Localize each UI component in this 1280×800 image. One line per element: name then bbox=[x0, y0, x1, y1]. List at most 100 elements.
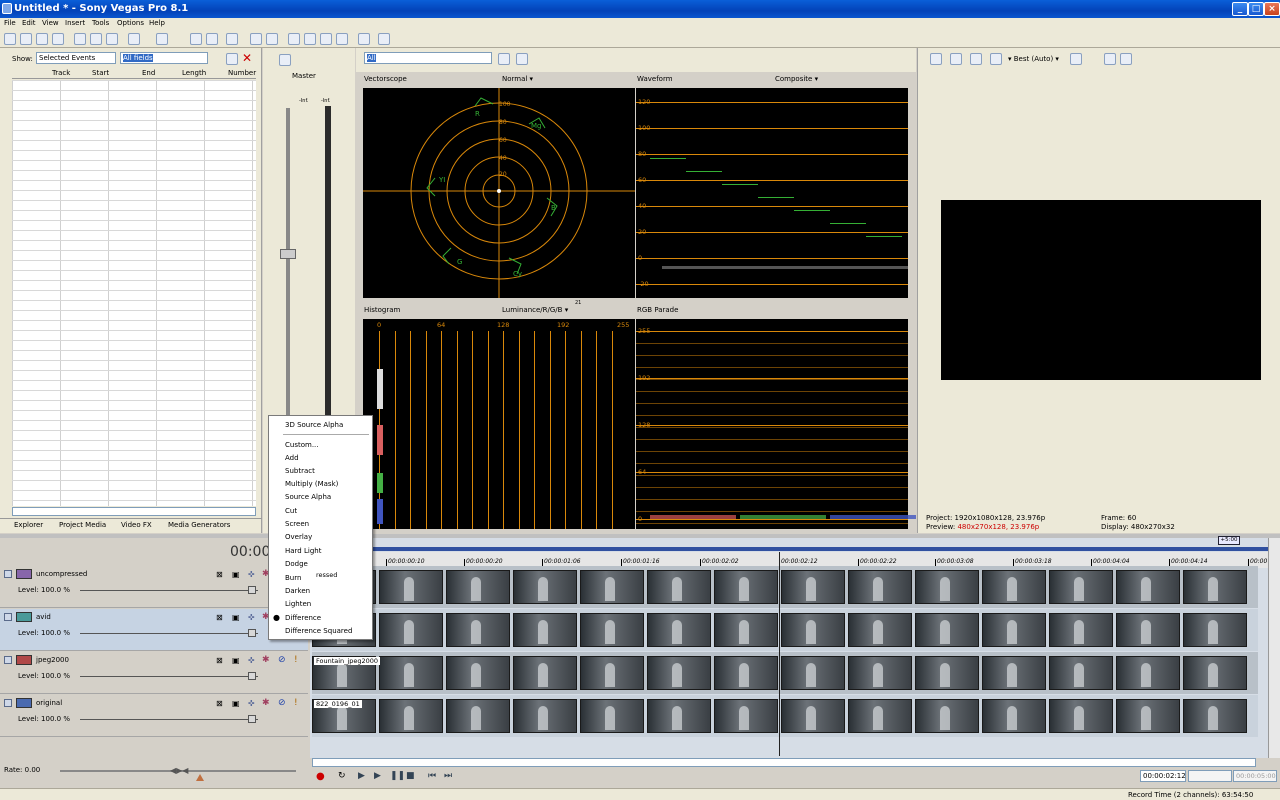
tab-video-fx[interactable]: Video FX bbox=[121, 521, 152, 529]
menu-item-3d-source-alpha[interactable]: 3D Source Alpha bbox=[285, 421, 343, 429]
menu-insert[interactable]: Insert bbox=[65, 19, 85, 27]
col-track[interactable]: Track bbox=[52, 69, 70, 77]
mixer-insert-icon[interactable] bbox=[279, 54, 291, 66]
tab-project-media[interactable]: Project Media bbox=[59, 521, 106, 529]
menu-item-lighten[interactable]: Lighten bbox=[285, 600, 311, 608]
track-level-slider[interactable] bbox=[80, 590, 258, 591]
menu-item-add[interactable]: Add bbox=[285, 454, 299, 462]
properties-icon[interactable] bbox=[52, 33, 64, 45]
track-motion-icon[interactable]: ▣ bbox=[232, 699, 240, 708]
loop-icon[interactable]: ↻ bbox=[338, 771, 346, 781]
menu-help[interactable]: Help bbox=[149, 19, 165, 27]
pan-crop-icon[interactable]: ⊠ bbox=[216, 699, 223, 708]
solo-icon[interactable]: ! bbox=[294, 698, 298, 708]
snap-icon[interactable] bbox=[288, 33, 300, 45]
maximize-button[interactable]: □ bbox=[1248, 2, 1264, 16]
solo-icon[interactable]: ! bbox=[294, 655, 298, 665]
scope-settings-icon[interactable] bbox=[498, 53, 510, 65]
pan-crop-icon[interactable]: ⊠ bbox=[216, 570, 223, 579]
track-collapse-icon[interactable] bbox=[4, 699, 12, 707]
envelope-tool-icon[interactable] bbox=[266, 33, 278, 45]
copy-snapshot-icon[interactable] bbox=[1104, 53, 1116, 65]
menu-item-multiply-mask[interactable]: Multiply (Mask) bbox=[285, 480, 338, 488]
track-lane-original[interactable]: 822_0196_01 bbox=[312, 695, 1258, 737]
stop-icon[interactable]: ■ bbox=[406, 771, 415, 781]
track-level-knob[interactable] bbox=[248, 715, 256, 723]
redo-icon[interactable] bbox=[156, 33, 168, 45]
track-motion-icon[interactable]: ▣ bbox=[232, 656, 240, 665]
tools-icon[interactable] bbox=[226, 33, 238, 45]
auto-crossfade-icon[interactable] bbox=[304, 33, 316, 45]
minimize-button[interactable]: _ bbox=[1232, 2, 1248, 16]
cursor-time-field[interactable]: 00:00:02:12 bbox=[1140, 770, 1186, 782]
menu-item-burn[interactable]: Burn bbox=[285, 574, 301, 582]
master-fader-knob[interactable] bbox=[280, 249, 296, 259]
track-name[interactable]: original bbox=[36, 699, 62, 707]
col-end[interactable]: End bbox=[142, 69, 155, 77]
play-icon[interactable]: ▶ bbox=[374, 771, 381, 781]
track-name[interactable]: uncompressed bbox=[36, 570, 87, 578]
close-button[interactable]: × bbox=[1264, 2, 1280, 16]
track-header-original[interactable]: original Level: 100.0 % ⊠ ▣ ✜ ✱ ⊘ ! bbox=[0, 695, 308, 737]
save-icon[interactable] bbox=[36, 33, 48, 45]
tab-explorer[interactable]: Explorer bbox=[14, 521, 43, 529]
track-level-knob[interactable] bbox=[248, 672, 256, 680]
menu-view[interactable]: View bbox=[42, 19, 59, 27]
menu-item-custom[interactable]: Custom... bbox=[285, 441, 319, 449]
scope-select[interactable]: All bbox=[364, 52, 492, 64]
menu-item-subtract[interactable]: Subtract bbox=[285, 467, 315, 475]
play-from-start-icon[interactable]: ▶ bbox=[358, 771, 365, 781]
parent-icon[interactable]: ✜ bbox=[248, 699, 255, 708]
new-icon[interactable] bbox=[4, 33, 16, 45]
paste-icon[interactable] bbox=[106, 33, 118, 45]
loop-marker[interactable]: +5:00 bbox=[1218, 536, 1240, 545]
parent-icon[interactable]: ✜ bbox=[248, 656, 255, 665]
media-icon[interactable] bbox=[206, 33, 218, 45]
save-snapshot-icon[interactable] bbox=[1120, 53, 1132, 65]
render-icon[interactable] bbox=[190, 33, 202, 45]
delete-filter-icon[interactable]: ✕ bbox=[242, 51, 252, 65]
tab-media-generators[interactable]: Media Generators bbox=[168, 521, 230, 529]
show-select[interactable]: Selected Events bbox=[36, 52, 116, 64]
zoom-icon[interactable] bbox=[320, 33, 332, 45]
track-header-uncompressed[interactable]: uncompressed Level: 100.0 % ⊠ ▣ ✜ ✱ ⊘ ! bbox=[0, 566, 308, 608]
menu-item-dodge[interactable]: Dodge bbox=[285, 560, 308, 568]
track-lane-uncompressed[interactable]: ressed bbox=[312, 566, 1258, 608]
split-screen-icon[interactable] bbox=[970, 53, 982, 65]
cut-icon[interactable] bbox=[74, 33, 86, 45]
menu-item-hard-light[interactable]: Hard Light bbox=[285, 547, 321, 555]
track-motion-icon[interactable]: ▣ bbox=[232, 613, 240, 622]
ignore-grouping-icon[interactable] bbox=[358, 33, 370, 45]
col-start[interactable]: Start bbox=[92, 69, 109, 77]
selection-length-field[interactable]: 00:00:05:00 bbox=[1233, 770, 1277, 782]
record-icon[interactable]: ● bbox=[316, 771, 325, 782]
loop-region[interactable] bbox=[312, 547, 1270, 551]
selection-start-field[interactable] bbox=[1188, 770, 1232, 782]
menu-item-difference[interactable]: Difference bbox=[285, 614, 321, 622]
mute-icon[interactable]: ⊘ bbox=[278, 698, 286, 708]
save-filter-icon[interactable] bbox=[226, 53, 238, 65]
go-to-end-icon[interactable]: ⏭ bbox=[444, 771, 452, 781]
track-fx-icon[interactable]: ✱ bbox=[262, 698, 270, 708]
parent-icon[interactable]: ✜ bbox=[248, 613, 255, 622]
filter-select[interactable]: All fields bbox=[120, 52, 208, 64]
menu-edit[interactable]: Edit bbox=[22, 19, 36, 27]
track-collapse-icon[interactable] bbox=[4, 570, 12, 578]
parent-icon[interactable]: ✜ bbox=[248, 570, 255, 579]
histogram-mode[interactable]: Luminance/R/G/B ▾ bbox=[502, 306, 568, 314]
track-name[interactable]: jpeg2000 bbox=[36, 656, 69, 664]
scope-update-icon[interactable] bbox=[516, 53, 528, 65]
track-level-knob[interactable] bbox=[248, 586, 256, 594]
track-motion-icon[interactable]: ▣ bbox=[232, 570, 240, 579]
timeline-vscroll[interactable] bbox=[1268, 538, 1280, 758]
menu-item-source-alpha[interactable]: Source Alpha bbox=[285, 493, 331, 501]
playhead[interactable] bbox=[779, 552, 780, 756]
menu-item-difference-squared[interactable]: Difference Squared bbox=[285, 627, 352, 635]
event-list[interactable] bbox=[12, 80, 256, 506]
track-lane-avid[interactable] bbox=[312, 609, 1258, 651]
track-collapse-icon[interactable] bbox=[4, 613, 12, 621]
pause-icon[interactable]: ❚❚ bbox=[390, 771, 405, 781]
track-collapse-icon[interactable] bbox=[4, 656, 12, 664]
monitor-icon[interactable] bbox=[950, 53, 962, 65]
preview-props-icon[interactable] bbox=[930, 53, 942, 65]
